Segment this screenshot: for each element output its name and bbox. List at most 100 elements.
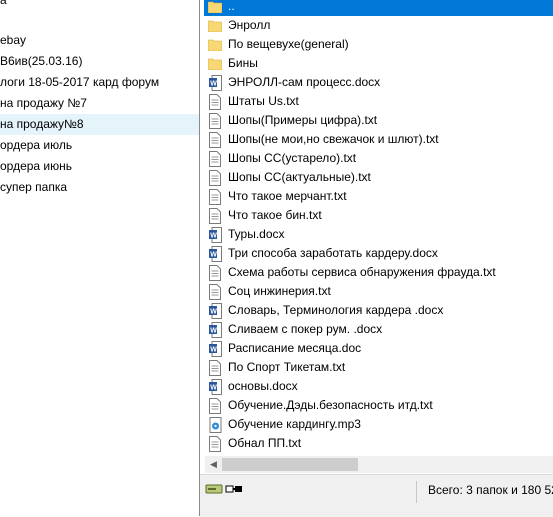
file-row[interactable]: Штаты Us.txt — [204, 92, 553, 111]
file-name: Штаты Us.txt — [228, 94, 299, 108]
svg-text:W: W — [210, 327, 217, 334]
nav-item[interactable]: ордера июль — [0, 135, 200, 156]
status-separator — [416, 481, 417, 503]
word-doc-icon: W — [208, 226, 222, 243]
file-name: Шопы(не мои,но свежачок и шлют).txt — [228, 132, 439, 146]
word-doc-icon: W — [208, 74, 222, 91]
file-name: Что такое мерчант.txt — [228, 189, 347, 203]
file-name: Бины — [228, 56, 258, 70]
nav-item-label: В6ив(25.03.16) — [0, 54, 83, 68]
file-row[interactable]: Схема работы сервиса обнаружения фрауда.… — [204, 263, 553, 282]
folder-row[interactable]: .. — [204, 0, 553, 16]
file-name: По вещевухе(general) — [228, 37, 349, 51]
file-row[interactable]: W Словарь, Терминология кардера .docx — [204, 301, 553, 320]
file-row[interactable]: Wосновы.docx — [204, 377, 553, 396]
text-file-icon — [208, 207, 222, 224]
file-row[interactable]: По Спорт Тикетам.txt — [204, 358, 553, 377]
folder-up-icon — [208, 0, 222, 15]
scrollbar-thumb[interactable] — [222, 458, 358, 471]
nav-item[interactable]: а — [0, 0, 200, 11]
file-row[interactable]: Обучение.Дэды.безопасность итд.txt — [204, 396, 553, 415]
text-file-icon — [208, 150, 222, 167]
status-bar: Всего: 3 папок и 180 52 — [200, 474, 553, 517]
text-file-icon — [208, 112, 222, 129]
file-list: .. Энролл По вещевухе(general) Бины W ЭНРОЛЛ-… — [204, 0, 553, 456]
text-file-icon — [208, 359, 222, 376]
file-name: .. — [228, 0, 235, 16]
nav-item-label: ордера июнь — [0, 159, 73, 173]
file-row[interactable]: W Расписание месяца.doc — [204, 339, 553, 358]
nav-item[interactable]: на продажу №7 — [0, 93, 200, 114]
file-name: ЭНРОЛЛ-сам процесс.docx — [228, 75, 381, 89]
file-row[interactable]: Шопы(не мои,но свежачок и шлют).txt — [204, 130, 553, 149]
file-row[interactable]: W Три способа заработать кардеру.docx — [204, 244, 553, 263]
word-doc-icon: W — [208, 340, 222, 357]
folder-icon — [208, 56, 222, 72]
folder-icon — [208, 37, 222, 53]
folder-row[interactable]: Энролл — [204, 16, 553, 35]
nav-item-label: а — [0, 0, 7, 7]
file-row[interactable]: W ЭНРОЛЛ-сам процесс.docx — [204, 73, 553, 92]
text-file-icon — [208, 169, 222, 186]
file-name: Обучение.Дэды.безопасность итд.txt — [228, 398, 433, 412]
nav-item[interactable]: ebay — [0, 30, 200, 51]
file-name: Шопы СС(актуальные).txt — [228, 170, 371, 184]
text-file-icon — [208, 435, 222, 452]
folder-row[interactable]: По вещевухе(general) — [204, 35, 553, 54]
file-name: Обнал ПП.txt — [228, 436, 302, 450]
file-name: Шопы СС(устарело).txt — [228, 151, 357, 165]
file-row[interactable]: Что такое бин.txt — [204, 206, 553, 225]
navigation-pane: а ebay В6ив(25.03.16) логи 18-05-2017 кард … — [0, 0, 200, 516]
file-name: Что такое бин.txt — [228, 208, 322, 222]
text-file-icon — [208, 397, 222, 414]
text-file-icon — [208, 264, 222, 281]
nav-item[interactable]: логи 18-05-2017 кард форум — [0, 72, 200, 93]
status-icons — [205, 483, 243, 495]
audio-file-icon — [208, 416, 222, 433]
network-drive-icon[interactable] — [225, 483, 243, 495]
drive-icon[interactable] — [205, 483, 223, 495]
text-file-icon — [208, 93, 222, 110]
file-name: Сливаем с покер рум. .docx — [228, 322, 383, 336]
nav-item[interactable]: супер папка — [0, 177, 200, 198]
text-file-icon — [208, 188, 222, 205]
file-row[interactable]: W Сливаем с покер рум. .docx — [204, 320, 553, 339]
file-name: основы.docx — [228, 379, 298, 393]
svg-text:W: W — [210, 232, 217, 239]
file-name: Расписание месяца.doc — [228, 341, 362, 355]
file-row[interactable]: Что такое мерчант.txt — [204, 187, 553, 206]
file-row[interactable]: Обнал ПП.txt — [204, 434, 553, 453]
file-row[interactable]: Шопы СС(устарело).txt — [204, 149, 553, 168]
nav-item[interactable]: ордера июнь — [0, 156, 200, 177]
word-doc-icon: W — [208, 302, 222, 319]
nav-item-label: супер папка — [0, 180, 68, 194]
file-name: Шопы(Примеры цифра).txt — [228, 113, 378, 127]
file-name: По Спорт Тикетам.txt — [228, 360, 346, 374]
nav-item-label: на продажу №7 — [0, 96, 87, 110]
svg-text:W: W — [210, 308, 217, 315]
svg-text:W: W — [210, 80, 217, 87]
file-name: Энролл — [228, 18, 271, 32]
nav-item-label: логи 18-05-2017 кард форум — [0, 75, 160, 89]
file-row[interactable]: Шопы(Примеры цифра).txt — [204, 111, 553, 130]
file-name: Словарь, Терминология кардера .docx — [228, 303, 444, 317]
status-text: Всего: 3 папок и 180 52 — [428, 483, 553, 497]
file-name: Соц инжинерия.txt — [228, 284, 331, 298]
nav-item-label: на продажу№8 — [0, 117, 84, 131]
text-file-icon — [208, 131, 222, 148]
file-row[interactable]: Соц инжинерия.txt — [204, 282, 553, 301]
svg-text:W: W — [210, 384, 217, 391]
nav-item[interactable]: на продажу№8 — [0, 114, 200, 135]
file-row[interactable]: Шопы СС(актуальные).txt — [204, 168, 553, 187]
text-file-icon — [208, 283, 222, 300]
word-doc-icon: W — [208, 378, 222, 395]
nav-item-label: ордера июль — [0, 138, 73, 152]
folder-row[interactable]: Бины — [204, 54, 553, 73]
file-name: Схема работы сервиса обнаружения фрауда.… — [228, 265, 496, 279]
file-row[interactable]: Обучение кардингу.mp3 — [204, 415, 553, 434]
nav-item[interactable]: В6ив(25.03.16) — [0, 51, 200, 72]
folder-icon — [208, 18, 222, 34]
horizontal-scrollbar[interactable]: ◀ — [205, 456, 553, 473]
scroll-left-arrow-icon[interactable]: ◀ — [205, 456, 222, 473]
file-row[interactable]: W Туры.docx — [204, 225, 553, 244]
